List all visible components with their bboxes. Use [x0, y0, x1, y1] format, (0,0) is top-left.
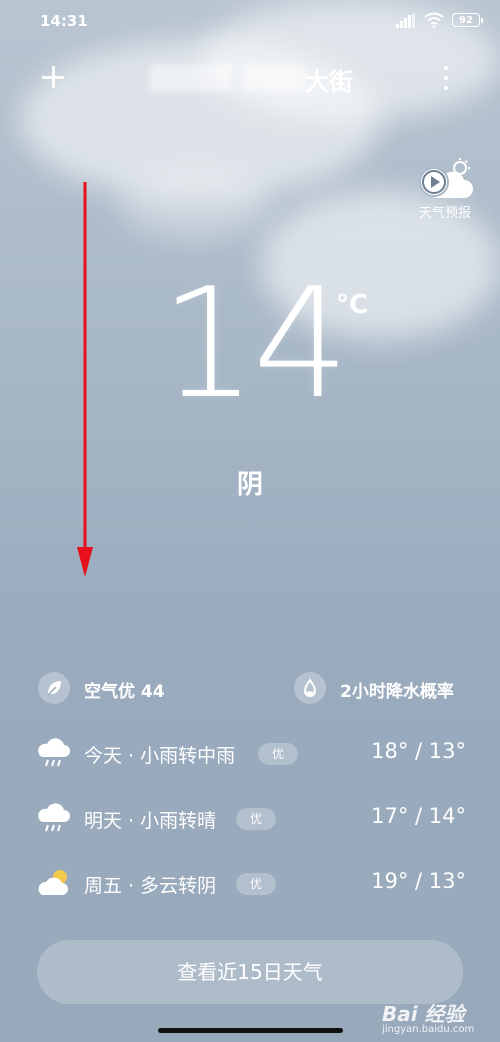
air-quality-badge: 优 [236, 808, 277, 830]
status-time: 14:31 [40, 12, 88, 30]
wifi-icon [424, 12, 444, 28]
leaf-icon [38, 672, 70, 704]
day-label: 今天 · 小雨转中雨 [84, 745, 236, 767]
air-quality-badge: 优 [258, 743, 299, 765]
day-temperature-range: 17° / 14° [371, 804, 466, 828]
home-indicator[interactable] [158, 1028, 343, 1033]
rain-cloud-icon [38, 803, 70, 832]
rain-cloud-icon [38, 738, 70, 767]
air-quality-summary[interactable]: 空气优 44 [84, 677, 165, 702]
add-city-button[interactable] [38, 62, 68, 92]
temperature-unit: °C [336, 290, 369, 320]
watermark-brand: Bai 经验 [382, 1002, 465, 1026]
precipitation-probability[interactable]: 2小时降水概率 [340, 677, 454, 702]
day-temperature-range: 18° / 13° [371, 739, 466, 763]
view-15-day-forecast-button[interactable]: 查看近15日天气 [37, 940, 463, 1004]
forecast-video-label: 天气预报 [418, 206, 471, 221]
dot [444, 66, 448, 70]
daily-forecast-row[interactable]: 周五 · 多云转阴 优 19° / 13° [36, 863, 466, 903]
battery-indicator: 92 [452, 13, 483, 27]
more-options-button[interactable] [438, 64, 454, 92]
scroll-down-annotation-arrow [77, 182, 93, 577]
dot [444, 86, 448, 90]
signal-icon [396, 14, 415, 28]
daily-forecast-row[interactable]: 明天 · 小雨转晴 优 17° / 14° [36, 798, 466, 838]
blurred-location [150, 64, 232, 92]
watermark-url: jingyan.baidu.com [382, 1024, 475, 1035]
info-row: 空气优 44 2小时降水概率 [36, 670, 466, 706]
baidu-jingyan-watermark: Bai 经验 jingyan.baidu.com [382, 998, 492, 1038]
play-cloud-icon [419, 158, 473, 198]
dot [444, 76, 448, 80]
daily-forecast-row[interactable]: 今天 · 小雨转中雨 优 18° / 13° [36, 733, 466, 773]
day-label: 周五 · 多云转阴 [84, 875, 217, 897]
water-drop-icon [294, 672, 326, 704]
weather-forecast-video-button[interactable]: 天气预报 [414, 158, 476, 221]
current-condition: 阴 [236, 470, 263, 500]
blurred-location [244, 64, 306, 92]
day-temperature-range: 19° / 13° [371, 869, 466, 893]
partly-cloudy-icon [38, 870, 68, 895]
day-label: 明天 · 小雨转晴 [84, 810, 217, 832]
status-bar: 14:31 92 [0, 0, 500, 44]
top-app-bar: 大街 [0, 56, 500, 102]
air-quality-badge: 优 [236, 873, 277, 895]
location-title[interactable]: 大街 [305, 62, 353, 97]
cloud-decoration [120, 170, 270, 240]
